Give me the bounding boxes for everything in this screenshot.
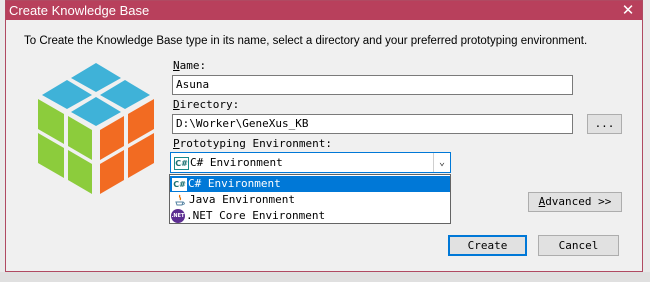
close-icon[interactable]: ✕ — [620, 1, 636, 20]
environment-selected-value: C# Environment — [190, 156, 283, 169]
intro-text: To Create the Knowledge Base type in its… — [24, 35, 588, 47]
java-icon — [175, 194, 185, 205]
chevron-down-icon[interactable]: ⌄ — [433, 153, 450, 172]
csharp-icon: C# — [172, 177, 187, 191]
environment-label-accel: P — [173, 137, 180, 150]
title-bar[interactable]: Create Knowledge Base ✕ — [6, 1, 642, 20]
dropdown-option-dotnet-core[interactable]: .NET .NET Core Environment — [170, 208, 450, 224]
environment-label-rest: rototyping Environment: — [179, 137, 332, 150]
directory-label-rest: irectory: — [179, 98, 240, 111]
name-label-rest: ame: — [179, 59, 207, 72]
advanced-button[interactable]: Advanced >> — [528, 192, 622, 212]
background-strip — [0, 272, 650, 282]
environment-label: Prototyping Environment: — [173, 137, 332, 150]
name-input[interactable]: Asuna — [172, 75, 573, 95]
directory-label: Directory: — [173, 98, 239, 111]
environment-select[interactable]: C# C# Environment ⌄ — [170, 152, 451, 173]
dotnet-icon: .NET — [171, 209, 185, 223]
environment-dropdown-list: C# C# Environment Java Environment .NET .N… — [169, 174, 451, 224]
advanced-button-rest: dvanced >> — [545, 195, 612, 208]
csharp-icon: C# — [174, 156, 189, 170]
directory-input[interactable]: D:\Worker\GeneXus_KB — [172, 114, 573, 134]
name-label: Name: — [173, 59, 206, 72]
browse-button[interactable]: ... — [587, 114, 622, 134]
create-kb-dialog: Create Knowledge Base ✕ To Create the Kn… — [5, 0, 643, 272]
name-label-accel: N — [173, 59, 180, 72]
window-title: Create Knowledge Base — [9, 3, 150, 18]
cancel-button[interactable]: Cancel — [538, 235, 619, 256]
directory-label-accel: D — [173, 98, 180, 111]
option-label: C# Environment — [188, 177, 281, 190]
dropdown-option-csharp[interactable]: C# C# Environment — [170, 176, 450, 192]
create-button[interactable]: Create — [448, 235, 527, 256]
option-label: Java Environment — [189, 193, 295, 206]
dropdown-option-java[interactable]: Java Environment — [170, 192, 450, 208]
option-label: .NET Core Environment — [186, 209, 326, 222]
genexus-cube-logo — [38, 63, 154, 194]
